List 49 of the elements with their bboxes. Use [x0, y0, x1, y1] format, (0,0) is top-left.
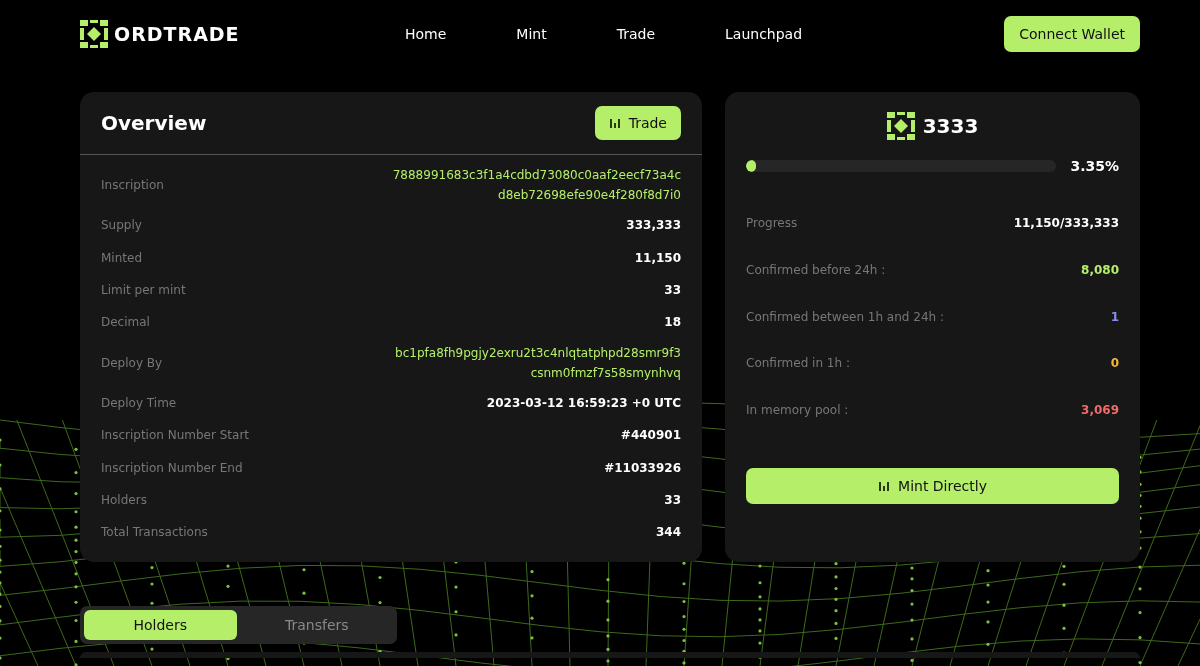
- stat-label: In memory pool :: [746, 403, 849, 420]
- nav-link[interactable]: Launchpad: [725, 26, 803, 42]
- field-value: #440901: [620, 428, 681, 443]
- field-value: 33: [664, 282, 681, 297]
- field-value: bc1pfa8fh9pgjy2exru2t3c4nlqtatphpd28smr9f3csnm0fmzf7s58smynhvq: [394, 344, 681, 382]
- field-label: Minted: [101, 250, 142, 265]
- progress-reading: 3.35%: [1070, 158, 1119, 174]
- field-label: Decimal: [101, 315, 150, 330]
- chart-icon: [608, 117, 621, 129]
- field-value: 33: [664, 492, 681, 507]
- stat-value: 0: [1110, 356, 1119, 373]
- field-label: Supply: [101, 218, 142, 233]
- logo-icon: [80, 20, 108, 48]
- field-label: Limit per mint: [101, 282, 186, 297]
- stat-label: Progress: [746, 216, 798, 232]
- tab[interactable]: Transfers: [240, 610, 393, 640]
- nav-link[interactable]: Trade: [616, 26, 656, 42]
- field-label: Inscription Number End: [101, 460, 243, 475]
- field-value: 7888991683c3f1a4cdbd73080c0aaf2eecf73a4cd8eb72698efe90e4f280f8d7i0: [391, 167, 681, 204]
- stat-value: 3,069: [1081, 403, 1119, 420]
- field-value: 2023-03-12 16:59:23 +0 UTC: [486, 395, 681, 410]
- stat-label: Confirmed in 1h :: [746, 356, 850, 373]
- brand-name: ORDTRADE: [114, 23, 240, 45]
- field-label: Inscription: [101, 178, 164, 192]
- token-title: 3333: [922, 114, 979, 138]
- field-value: #11033926: [604, 460, 681, 475]
- field-value: 344: [655, 525, 681, 540]
- field-value: 18: [664, 315, 681, 330]
- connect-wallet-button[interactable]: Connect Wallet: [1004, 16, 1140, 52]
- field-label: Total Transactions: [101, 525, 208, 540]
- stat-label: Confirmed before 24h :: [746, 262, 886, 279]
- stat-value: 1: [1110, 309, 1119, 326]
- chart-icon: [878, 480, 891, 492]
- field-label: Inscription Number Start: [101, 428, 249, 443]
- field-label: Deploy By: [101, 355, 163, 370]
- mint-directly-button[interactable]: Mint Directly: [746, 468, 1119, 504]
- tab[interactable]: Holders: [84, 610, 237, 640]
- logo-icon: [886, 112, 915, 140]
- field-value: 333,333: [626, 218, 681, 233]
- nav-link[interactable]: Mint: [516, 26, 547, 42]
- field-label: Deploy Time: [101, 395, 177, 410]
- field-value: 11,150: [634, 250, 681, 265]
- field-label: Holders: [101, 492, 147, 507]
- card-title: Overview: [101, 111, 207, 135]
- stat-value: 11,150/333,333: [1013, 216, 1119, 232]
- trade-button[interactable]: Trade: [594, 106, 681, 140]
- stat-value: 8,080: [1081, 262, 1119, 279]
- nav-link[interactable]: Home: [405, 26, 447, 42]
- stat-label: Confirmed between 1h and 24h :: [746, 309, 944, 326]
